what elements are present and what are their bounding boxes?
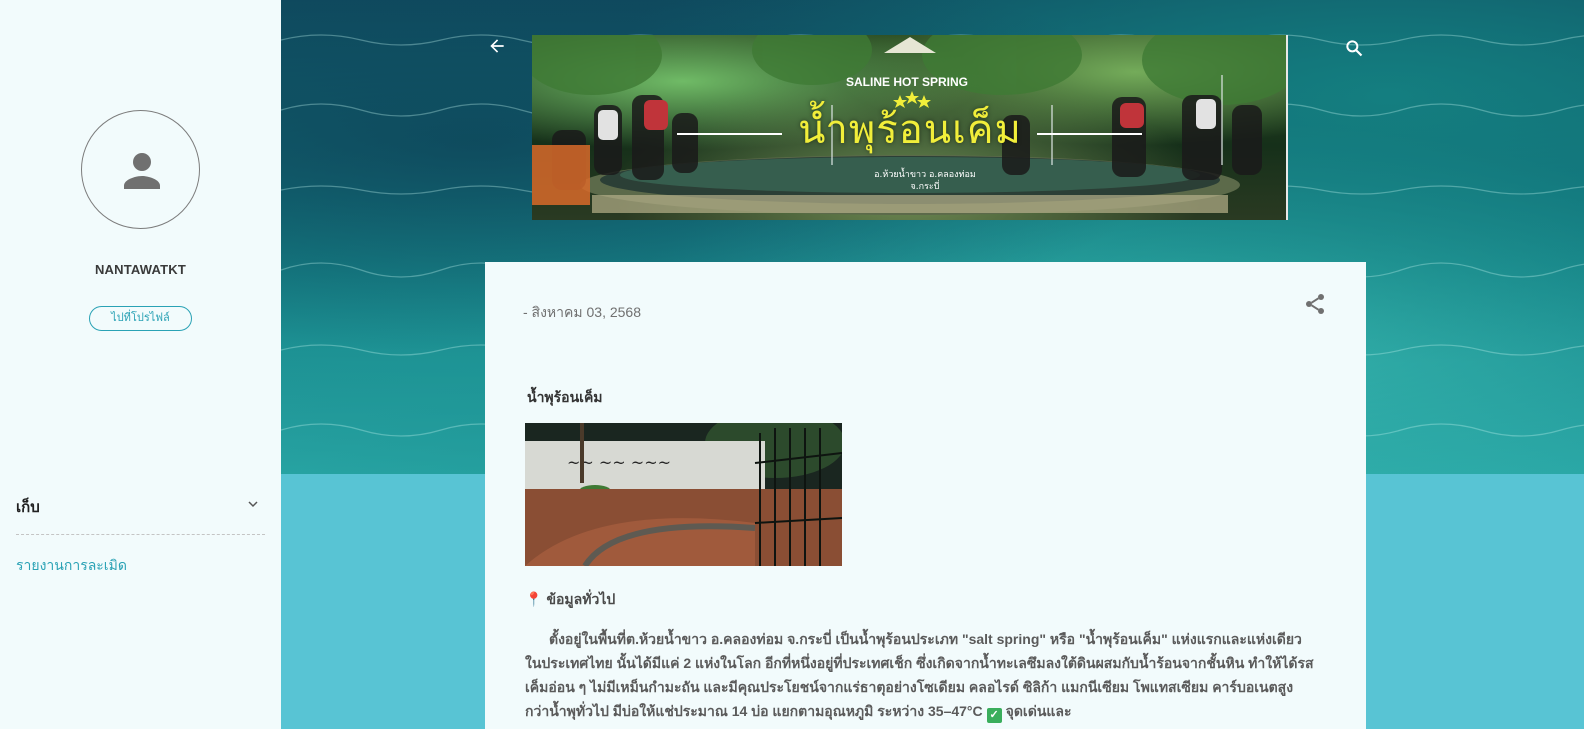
chevron-down-icon[interactable] [245, 496, 261, 512]
post-body-tail: จุดเด่นและ [1005, 703, 1072, 719]
search-icon[interactable] [1344, 38, 1364, 58]
post-date: - สิงหาคม 03, 2568 [523, 304, 642, 320]
archive-section[interactable]: เก็บ [16, 492, 265, 535]
banner-arc-text: SALINE HOT SPRING [845, 75, 968, 89]
arrow-back-icon[interactable] [487, 36, 507, 56]
banner-title: น้ำพุร้อนเค็ม [798, 107, 1022, 153]
blog-header-banner[interactable]: SALINE HOT SPRING น้ำพุร้อนเค็ม อ.ห้วยน้… [532, 35, 1288, 220]
profile-sidebar: NANTAWATKT ไปที่โปรไฟล์ เก็บ รายงานการละ… [0, 0, 281, 729]
report-abuse-link[interactable]: รายงานการละเมิด [16, 555, 127, 577]
share-icon[interactable] [1303, 292, 1327, 316]
hot-spring-sign-photo: ~~ ~~ ~~~ [525, 423, 842, 566]
post-body-paragraph: ตั้งอยู่ในพื้นที่ต.ห้วยน้ำขาว อ.คลองท่อม… [525, 627, 1315, 723]
map-pin-icon: 📍 [525, 591, 543, 607]
post-card: - สิงหาคม 03, 2568 น้ำพุร้อนเค็ม ~~ ~~ ~… [485, 262, 1366, 729]
avatar[interactable] [81, 110, 200, 229]
check-box-icon: ✓ [986, 708, 1002, 723]
post-image[interactable]: ~~ ~~ ~~~ [525, 423, 842, 566]
banner-subtitle-line2: จ.กระบี่ [910, 182, 940, 192]
view-profile-button[interactable]: ไปที่โปรไฟล์ [89, 306, 192, 331]
person-icon [124, 153, 160, 189]
post-title: น้ำพุร้อนเค็ม [527, 389, 603, 405]
section-heading: 📍 ข้อมูลทั่วไป [525, 589, 615, 611]
section-heading-text: ข้อมูลทั่วไป [546, 591, 616, 607]
username: NANTAWATKT [94, 262, 187, 277]
post-body-text: ตั้งอยู่ในพื้นที่ต.ห้วยน้ำขาว อ.คลองท่อม… [525, 631, 1314, 719]
archive-title: เก็บ [16, 499, 40, 516]
